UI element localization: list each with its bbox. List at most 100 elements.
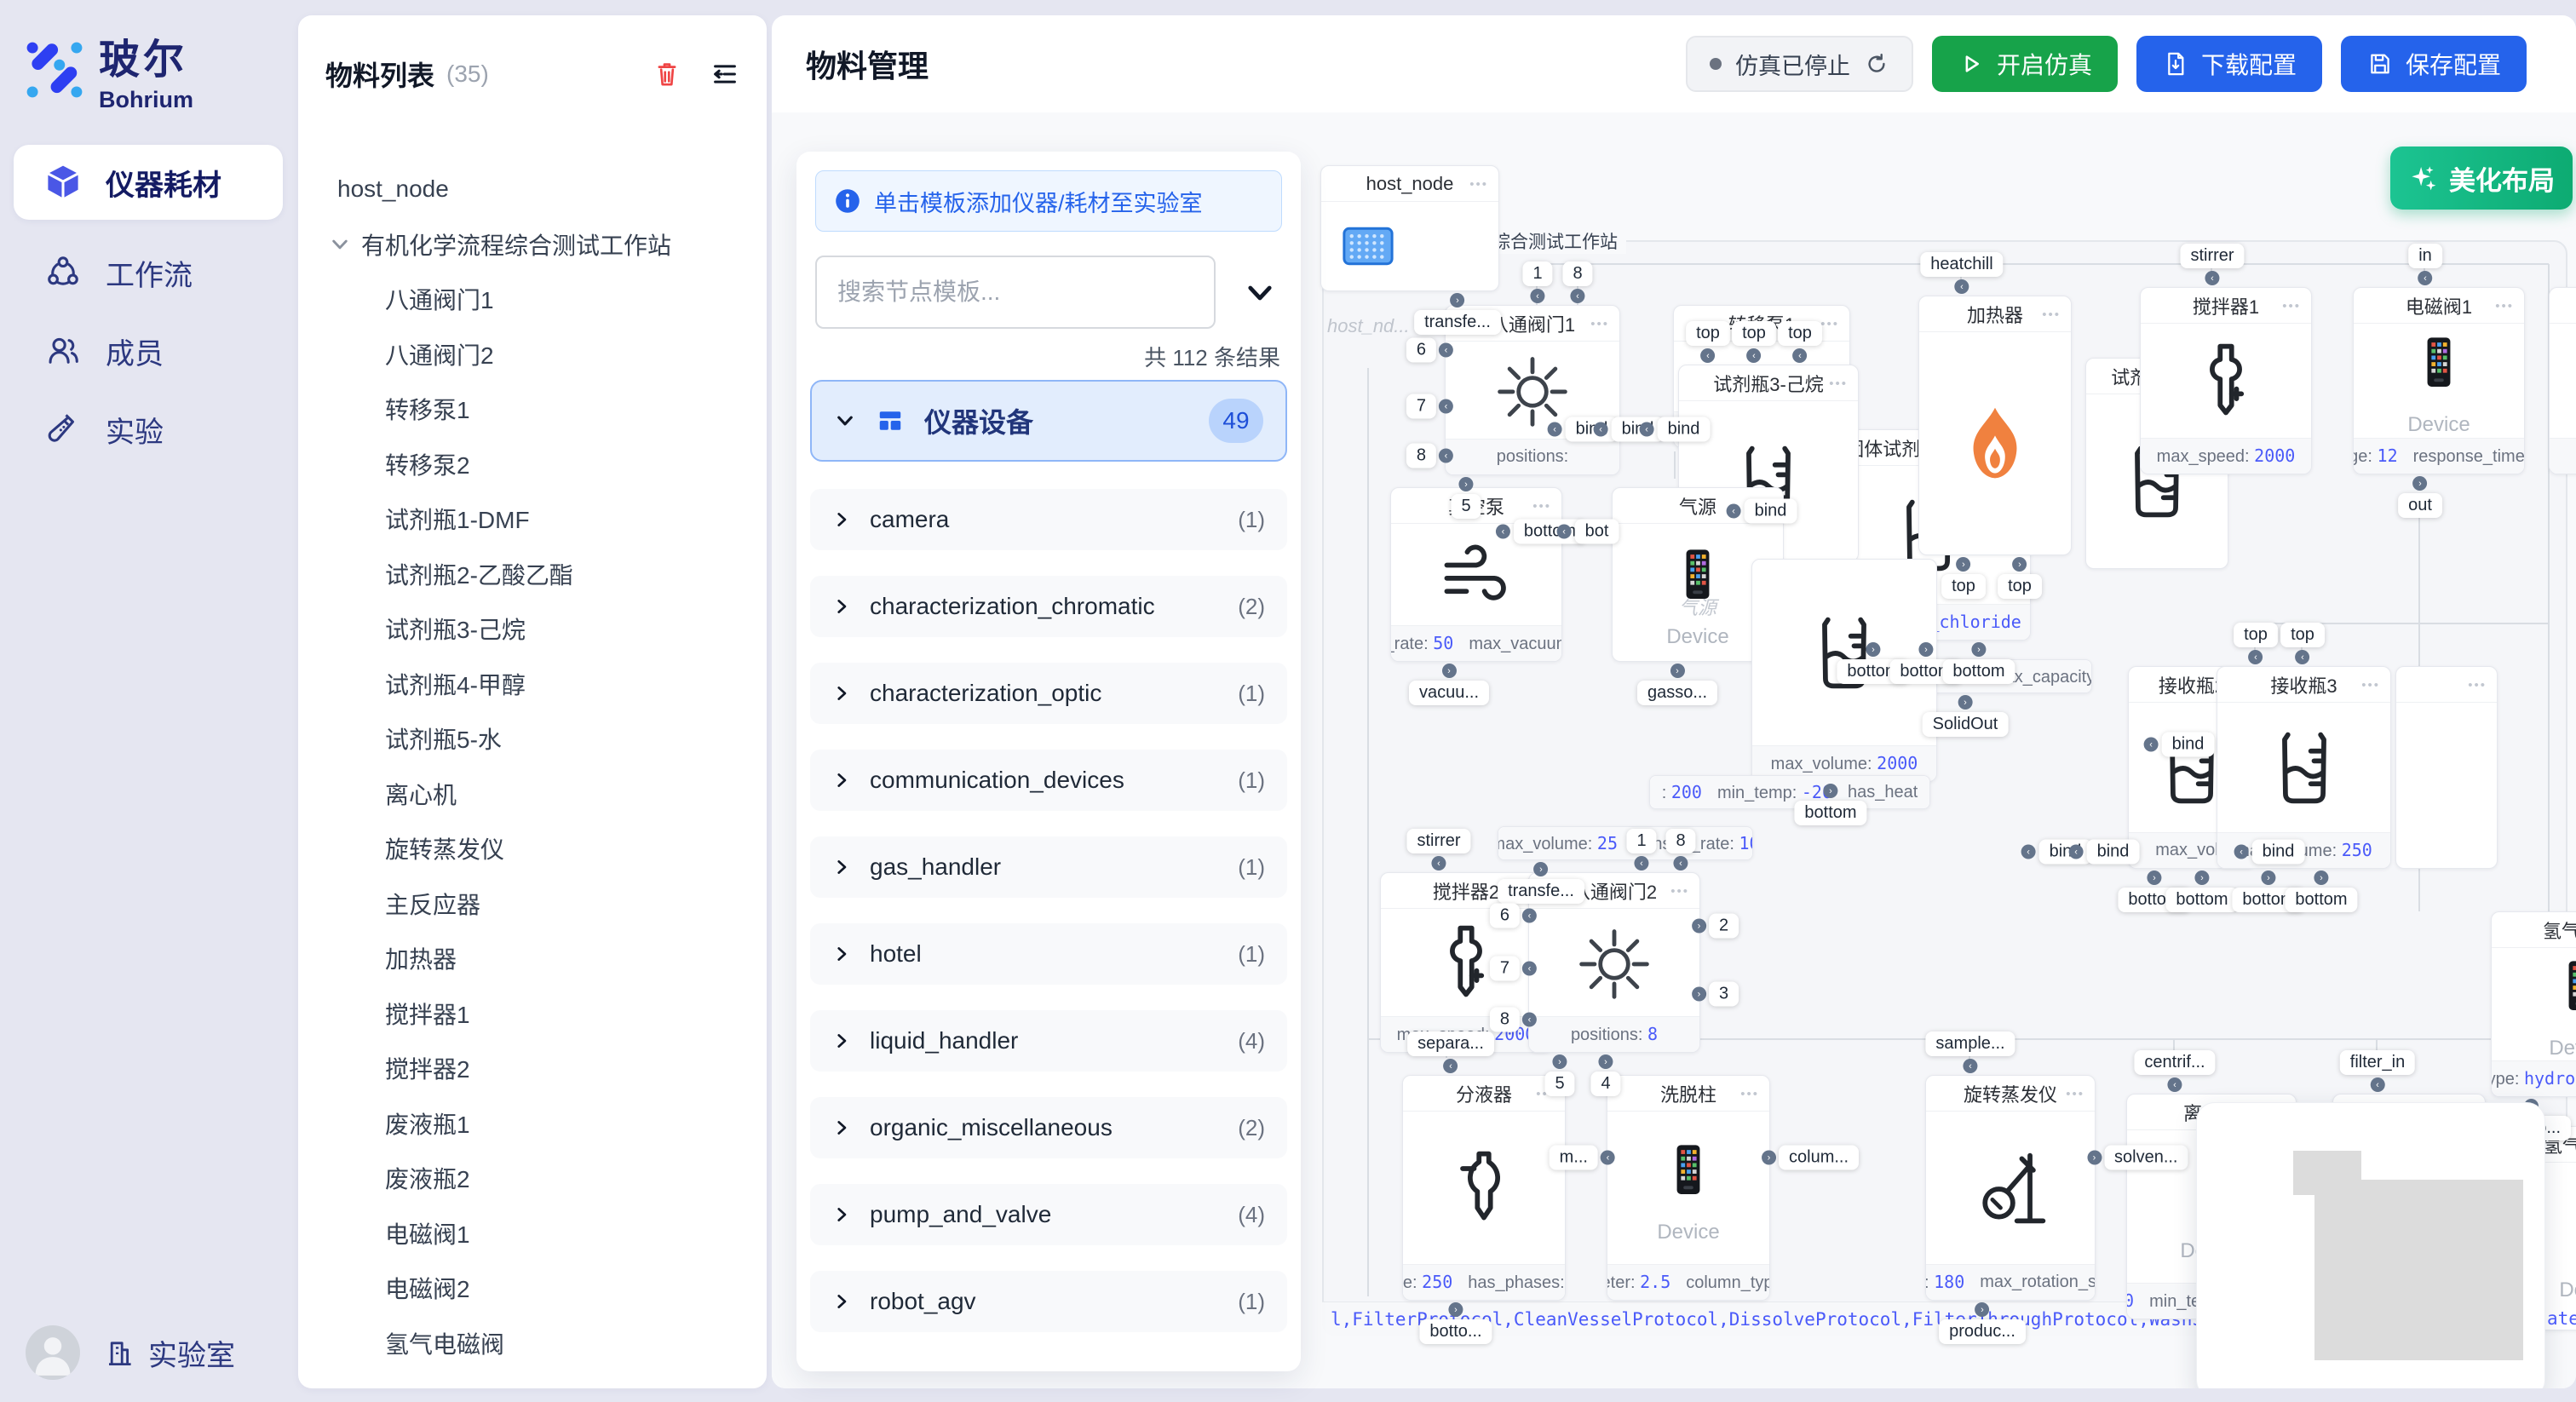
chevron-down-icon[interactable] [329, 233, 351, 256]
port-bottom[interactable]: ›bottom [1794, 784, 1866, 825]
port-chip-bind[interactable]: ‹bind [1640, 417, 1711, 442]
port-7[interactable]: 7‹ [1490, 957, 1537, 981]
tree-item[interactable]: 废液瓶2 [298, 1151, 767, 1206]
port-8[interactable]: 8‹ [1562, 261, 1592, 303]
port-7[interactable]: 7‹ [1406, 394, 1453, 419]
port-2[interactable]: ›2 [1692, 914, 1739, 939]
port-5[interactable]: ›5 [1451, 477, 1481, 519]
sidebar-item-workflow[interactable]: 工作流 [14, 235, 283, 310]
category-row-organic_miscellaneous[interactable]: organic_miscellaneous(2) [810, 1097, 1287, 1158]
category-row-liquid_handler[interactable]: liquid_handler(4) [810, 1010, 1287, 1072]
sidebar-item-instruments[interactable]: 仪器耗材 [14, 145, 283, 220]
node-menu-icon[interactable]: ••• [1829, 365, 1848, 401]
category-row-gas_handler[interactable]: gas_handler(1) [810, 836, 1287, 898]
node-menu-icon[interactable]: ••• [2361, 667, 2380, 703]
port-chip-bind[interactable]: ‹bind [1727, 499, 1797, 524]
save-config-button[interactable]: 保存配置 [2341, 36, 2527, 92]
download-config-button[interactable]: 下载配置 [2136, 36, 2322, 92]
port-8[interactable]: 8‹ [1490, 1008, 1537, 1032]
port-transfe...[interactable]: ›transfe... [1414, 293, 1501, 335]
port-top[interactable]: top‹ [1686, 321, 1730, 363]
port-filter_in[interactable]: filter_in‹ [2340, 1050, 2415, 1092]
search-input[interactable] [815, 256, 1216, 329]
port-solven...[interactable]: ›solven... [2087, 1146, 2188, 1170]
simulation-status-badge[interactable]: 仿真已停止 [1686, 36, 1913, 92]
tree-item[interactable]: 氢气电磁阀 [298, 1316, 767, 1371]
port-heatchill[interactable]: heatchill‹ [1920, 252, 2003, 294]
port-top[interactable]: ›top [1998, 557, 2042, 599]
port-out[interactable]: ›out [2398, 476, 2442, 518]
port-botto...[interactable]: ›botto... [1419, 1302, 1492, 1344]
beautify-layout-button[interactable]: 美化布局 [2390, 147, 2573, 210]
category-row-pump_and_valve[interactable]: pump_and_valve(4) [810, 1184, 1287, 1245]
tree-item[interactable]: 废液瓶1 [298, 1096, 767, 1152]
node-menu-icon[interactable]: ••• [2468, 667, 2487, 703]
node-menu-icon[interactable]: ••• [1590, 306, 1609, 342]
tree-item[interactable]: 搅拌器1 [298, 986, 767, 1042]
port-4[interactable]: ›4 [1590, 1054, 1620, 1096]
port-stirrer[interactable]: stirrer‹ [1406, 829, 1470, 871]
port-top[interactable]: top‹ [2234, 623, 2278, 664]
port-1[interactable]: 1‹ [1522, 261, 1552, 303]
port-6[interactable]: 6‹ [1406, 338, 1453, 363]
category-row-characterization_chromatic[interactable]: characterization_chromatic(2) [810, 576, 1287, 637]
node-solenoid-2[interactable]: 电磁阀2•••Devicevoltage: 12 [2549, 287, 2576, 474]
port-bottom[interactable]: ›bottom [2165, 871, 2238, 912]
port-bottom[interactable]: ›bottom [1942, 642, 2015, 684]
tree-item[interactable]: 离心机 [298, 767, 767, 822]
port-top[interactable]: top‹ [2280, 623, 2325, 664]
tree-item[interactable]: 电磁阀2 [298, 1261, 767, 1316]
port-chip-bind[interactable]: ‹bind [2144, 733, 2215, 757]
port-vacuu...[interactable]: ›vacuu... [1409, 664, 1489, 705]
node-stirrer-1[interactable]: 搅拌器1•••max_speed: 2000stirrer‹ [2140, 287, 2312, 474]
tree-item[interactable]: 试剂瓶2-乙酸乙酯 [298, 547, 767, 602]
refresh-icon[interactable] [1864, 51, 1889, 77]
category-row-camera[interactable]: camera(1) [810, 489, 1287, 550]
port-centrif...[interactable]: centrif...‹ [2134, 1050, 2215, 1092]
node-separator[interactable]: 分液器•••volume: 250has_phases: truesepara.… [1402, 1075, 1566, 1301]
collapse-panel-icon[interactable] [1243, 276, 1277, 310]
node-receiver-3[interactable]: 接收瓶3•••max_volume: 250top‹top‹›bottom›bo… [2217, 666, 2391, 869]
tree-item[interactable]: 真空泵 [298, 1370, 767, 1383]
tree-item[interactable]: 搅拌器2 [298, 1041, 767, 1096]
port-sample...[interactable]: sample...‹ [1925, 1031, 2015, 1073]
sidebar-item-members[interactable]: 成员 [14, 313, 283, 388]
node-menu-icon[interactable]: ••• [2495, 288, 2514, 324]
node-elution-column[interactable]: 洗脱柱•••Devicediameter: 2.5column_type: si… [1607, 1075, 1770, 1301]
port-produc...[interactable]: ›produc... [1939, 1302, 2026, 1344]
node-menu-icon[interactable]: ••• [2066, 1076, 2084, 1112]
node-solenoid-1[interactable]: 电磁阀1•••Devicevoltage: 12response_time: 0… [2353, 287, 2525, 474]
trash-icon[interactable] [651, 58, 683, 90]
tree-item[interactable]: 转移泵1 [298, 382, 767, 437]
tree-item[interactable]: 主反应器 [298, 876, 767, 932]
tree-item[interactable]: 试剂瓶5-水 [298, 711, 767, 767]
tree-item[interactable]: 试剂瓶4-甲醇 [298, 657, 767, 712]
tree-item[interactable]: 试剂瓶3-己烷 [298, 601, 767, 657]
tree-item[interactable]: 八通阀门2 [298, 327, 767, 382]
port-1[interactable]: 1‹ [1626, 829, 1656, 871]
node-menu-icon[interactable]: ••• [1469, 166, 1488, 202]
port-8[interactable]: 8‹ [1665, 829, 1695, 871]
tree-item[interactable]: 试剂瓶1-DMF [298, 491, 767, 547]
category-group-instruments[interactable]: 仪器设备 49 [810, 380, 1287, 462]
port-6[interactable]: 6‹ [1490, 904, 1537, 928]
minimap[interactable] [2196, 1102, 2545, 1388]
port-bottom[interactable]: ›bottom [2285, 871, 2357, 912]
node-strip-pump2[interactable]: max_volume: 25transfer_rate: 10›transfe.… [1498, 826, 1753, 860]
tree-item[interactable]: 加热器 [298, 931, 767, 986]
sidebar-item-lab[interactable]: 实验室 [102, 1332, 235, 1374]
port-5[interactable]: ›5 [1544, 1054, 1574, 1096]
node-menu-icon[interactable]: ••• [1820, 306, 1839, 342]
start-simulation-button[interactable]: 开启仿真 [1932, 36, 2118, 92]
port-top[interactable]: ›top [1941, 557, 1986, 599]
port-stirrer[interactable]: stirrer‹ [2180, 244, 2244, 285]
avatar[interactable] [26, 1325, 80, 1380]
category-row-robot_agv[interactable]: robot_agv(1) [810, 1271, 1287, 1332]
node-rotovap[interactable]: 旋转蒸发仪•••temp: 180max_rotation_speed samp… [1925, 1075, 2096, 1301]
port-3[interactable]: ›3 [1692, 982, 1739, 1007]
port-8[interactable]: 8‹ [1406, 444, 1453, 468]
tree-item[interactable]: 电磁阀1 [298, 1206, 767, 1261]
node-menu-icon[interactable]: ••• [2042, 296, 2061, 332]
node-frag-right[interactable]: ••• [2395, 666, 2498, 869]
sidebar-item-experiment[interactable]: 实验 [14, 392, 283, 467]
